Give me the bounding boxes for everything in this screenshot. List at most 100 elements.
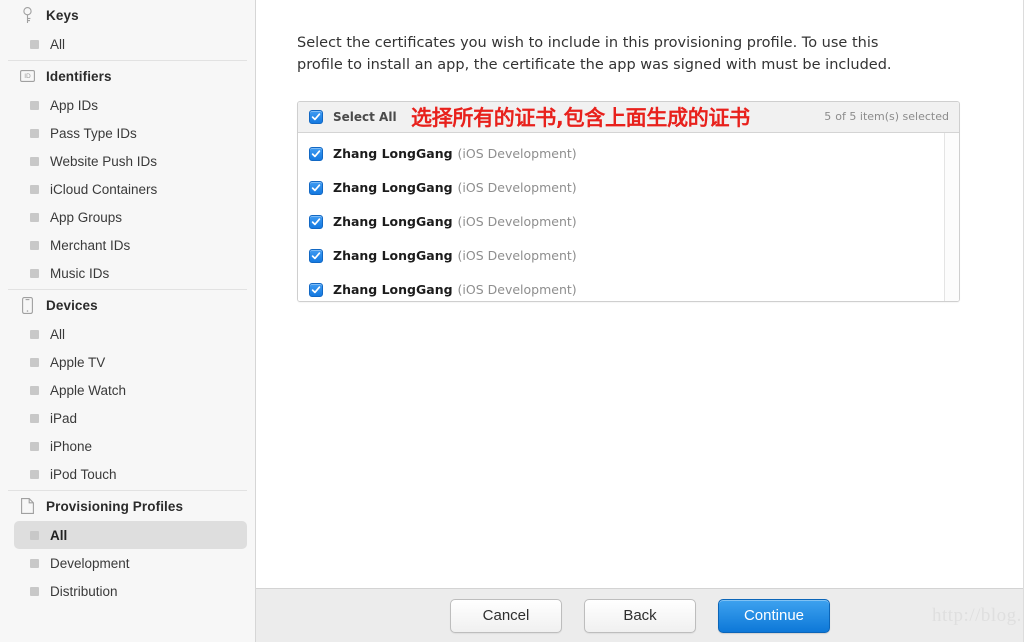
sidebar-item-all[interactable]: All bbox=[14, 30, 247, 58]
sidebar-item-iphone[interactable]: iPhone bbox=[14, 432, 247, 460]
sidebar-item-label: Music IDs bbox=[50, 265, 110, 281]
selection-count-suffix: of 5 item(s) selected bbox=[835, 110, 949, 123]
sidebar-nav: Keys All ID Identifiers App IDs Pass Type IDs… bbox=[8, 0, 247, 607]
main-content: Select the certificates you wish to incl… bbox=[256, 0, 1024, 642]
sidebar-item-label: All bbox=[50, 36, 66, 52]
sidebar-item-label: All bbox=[50, 527, 68, 543]
sidebar-group-header: Devices bbox=[8, 290, 247, 320]
bullet-icon bbox=[30, 128, 39, 138]
bullet-icon bbox=[30, 39, 39, 49]
certificate-type: (iOS Development) bbox=[457, 248, 577, 263]
certificate-type: (iOS Development) bbox=[457, 214, 577, 229]
page-intro-text: Select the certificates you wish to incl… bbox=[297, 35, 892, 73]
wizard-footer: Cancel Back Continue http://blog. csdn. … bbox=[256, 588, 1024, 642]
select-all-label: Select All bbox=[333, 109, 397, 124]
sidebar-item-ipad[interactable]: iPad bbox=[14, 404, 247, 432]
certificate-name: Zhang LongGang bbox=[333, 146, 453, 161]
bullet-icon bbox=[30, 329, 39, 339]
certificate-name: Zhang LongGang bbox=[333, 214, 453, 229]
sidebar-item-icloud-containers[interactable]: iCloud Containers bbox=[14, 175, 247, 203]
certificate-row[interactable]: Zhang LongGang (iOS Development) bbox=[298, 171, 959, 205]
svg-text:ID: ID bbox=[24, 73, 31, 80]
sidebar-group-header: ID Identifiers bbox=[8, 61, 247, 91]
selection-count: 5 of 5 item(s) selected bbox=[824, 110, 949, 123]
sidebar-item-label: iPod Touch bbox=[50, 466, 117, 482]
certificate-rows: Zhang LongGang (iOS Development) Zhang Lon… bbox=[298, 137, 959, 301]
watermark-text: http://blog. csdn. net/SayHelloToSun bbox=[932, 604, 1024, 626]
sidebar-group-title: Provisioning Profiles bbox=[46, 498, 184, 514]
certificate-checkbox[interactable] bbox=[309, 180, 323, 195]
bullet-icon bbox=[30, 586, 39, 596]
selection-count-number: 5 bbox=[824, 110, 832, 123]
sidebar: Keys All ID Identifiers App IDs Pass Type IDs… bbox=[0, 0, 256, 642]
bullet-icon bbox=[30, 212, 39, 222]
key-icon bbox=[20, 6, 35, 24]
sidebar-item-label: Distribution bbox=[50, 583, 118, 599]
sidebar-item-label: Development bbox=[50, 555, 130, 571]
select-all-checkbox[interactable] bbox=[309, 109, 323, 124]
list-scrollbar[interactable] bbox=[944, 132, 959, 301]
bullet-icon bbox=[30, 100, 39, 110]
bullet-icon bbox=[30, 156, 39, 166]
sidebar-item-label: iPad bbox=[50, 410, 78, 426]
sidebar-item-development[interactable]: Development bbox=[14, 549, 247, 577]
certificate-row[interactable]: Zhang LongGang (iOS Development) bbox=[298, 239, 959, 273]
sidebar-item-all[interactable]: All bbox=[14, 521, 247, 549]
sidebar-group-provisioning-profiles: Provisioning Profiles All Development Distr… bbox=[8, 490, 247, 607]
sidebar-item-label: Pass Type IDs bbox=[50, 125, 137, 141]
certificate-list-panel: Select All 选择所有的证书,包含上面生成的证书 5 of 5 item(… bbox=[297, 100, 960, 302]
sidebar-item-label: App IDs bbox=[50, 97, 99, 113]
bullet-icon bbox=[30, 530, 39, 540]
certificate-list-body: Zhang LongGang (iOS Development) Zhang Lon… bbox=[298, 132, 959, 301]
main-body: Select the certificates you wish to incl… bbox=[256, 0, 1024, 588]
back-button[interactable]: Back bbox=[584, 598, 696, 633]
sidebar-item-apple-watch[interactable]: Apple Watch bbox=[14, 376, 247, 404]
sidebar-item-label: iPhone bbox=[50, 438, 93, 454]
id-badge-icon: ID bbox=[20, 68, 35, 85]
bullet-icon bbox=[30, 240, 39, 250]
sidebar-group-keys: Keys All bbox=[8, 0, 247, 60]
bullet-icon bbox=[30, 413, 39, 423]
sidebar-item-label: Merchant IDs bbox=[50, 237, 131, 253]
certificate-checkbox[interactable] bbox=[309, 214, 323, 229]
sidebar-item-merchant-ids[interactable]: Merchant IDs bbox=[14, 231, 247, 259]
bullet-icon bbox=[30, 357, 39, 367]
sidebar-item-music-ids[interactable]: Music IDs bbox=[14, 259, 247, 287]
continue-button[interactable]: Continue bbox=[718, 598, 830, 633]
checkmark-icon bbox=[311, 217, 321, 225]
sidebar-item-all[interactable]: All bbox=[14, 320, 247, 348]
sidebar-item-label: Apple TV bbox=[50, 354, 106, 370]
cancel-button[interactable]: Cancel bbox=[450, 598, 562, 633]
certificate-checkbox[interactable] bbox=[309, 282, 323, 297]
certificate-type: (iOS Development) bbox=[457, 180, 577, 195]
document-icon bbox=[20, 498, 35, 515]
certificate-row[interactable]: Zhang LongGang (iOS Development) bbox=[298, 205, 959, 239]
checkmark-icon bbox=[311, 251, 321, 259]
sidebar-group-header: Provisioning Profiles bbox=[8, 491, 247, 521]
sidebar-item-label: Website Push IDs bbox=[50, 153, 158, 169]
sidebar-item-app-groups[interactable]: App Groups bbox=[14, 203, 247, 231]
sidebar-group-devices: Devices All Apple TV Apple Watch iPad iPhone i… bbox=[8, 289, 247, 490]
sidebar-item-website-push-ids[interactable]: Website Push IDs bbox=[14, 147, 247, 175]
certificate-name: Zhang LongGang bbox=[333, 282, 453, 297]
bullet-icon bbox=[30, 558, 39, 568]
sidebar-item-label: iCloud Containers bbox=[50, 181, 158, 197]
sidebar-item-pass-type-ids[interactable]: Pass Type IDs bbox=[14, 119, 247, 147]
certificate-list-header: Select All 选择所有的证书,包含上面生成的证书 5 of 5 item(… bbox=[298, 101, 959, 133]
sidebar-item-apple-tv[interactable]: Apple TV bbox=[14, 348, 247, 376]
certificate-checkbox[interactable] bbox=[309, 248, 323, 263]
sidebar-item-distribution[interactable]: Distribution bbox=[14, 577, 247, 605]
certificate-type: (iOS Development) bbox=[457, 282, 577, 297]
sidebar-item-ipod-touch[interactable]: iPod Touch bbox=[14, 460, 247, 488]
sidebar-item-label: All bbox=[50, 326, 66, 342]
sidebar-item-app-ids[interactable]: App IDs bbox=[14, 91, 247, 119]
provisioning-profile-wizard: Keys All ID Identifiers App IDs Pass Type IDs… bbox=[0, 0, 1024, 642]
certificate-row[interactable]: Zhang LongGang (iOS Development) bbox=[298, 137, 959, 171]
checkmark-icon bbox=[311, 183, 321, 191]
sidebar-group-header: Keys bbox=[8, 0, 247, 30]
bullet-icon bbox=[30, 184, 39, 194]
certificate-row[interactable]: Zhang LongGang (iOS Development) bbox=[298, 273, 959, 301]
certificate-checkbox[interactable] bbox=[309, 146, 323, 161]
phone-icon bbox=[20, 296, 35, 314]
certificate-name: Zhang LongGang bbox=[333, 180, 453, 195]
